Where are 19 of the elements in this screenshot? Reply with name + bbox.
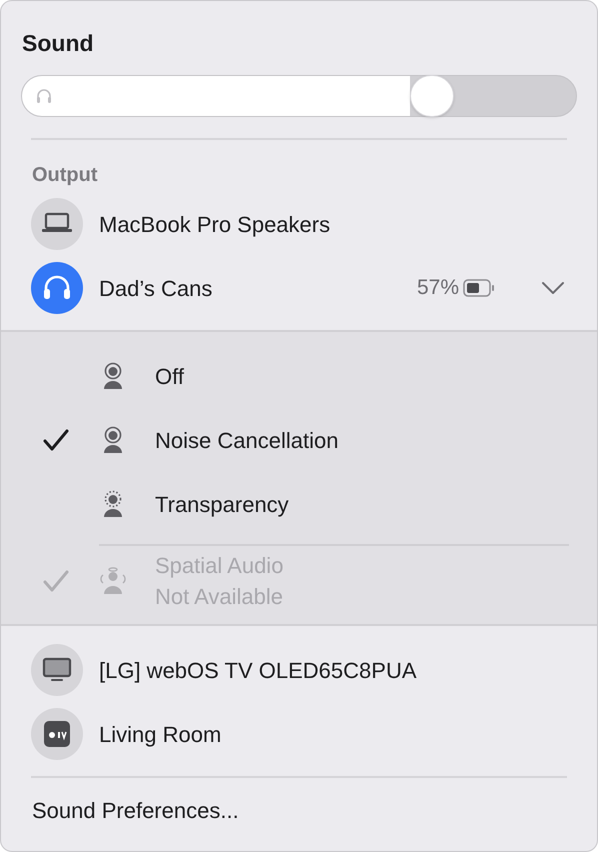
headphones-icon <box>35 87 53 105</box>
mode-label: Spatial Audio <box>155 552 284 580</box>
chevron-icon[interactable] <box>541 281 565 295</box>
preferences-link[interactable]: Sound Preferences... <box>32 798 239 823</box>
device-name[interactable]: MacBook Pro Speakers <box>99 208 330 240</box>
mode-label[interactable]: Transparency <box>155 488 289 520</box>
mode-label[interactable]: Off <box>155 360 184 392</box>
status-text: Not Available <box>155 583 284 611</box>
slider-thumb[interactable] <box>410 75 454 117</box>
device-name[interactable]: Living Room <box>99 718 222 750</box>
battery-icon <box>463 279 495 297</box>
device-name[interactable]: Dad’s Cans <box>99 272 212 304</box>
mode-label[interactable]: Noise Cancellation <box>155 424 338 456</box>
person-icon <box>99 567 127 595</box>
device-name[interactable]: [LG] webOS TV OLED65C8PUA <box>99 654 417 686</box>
battery-percentage: 57% <box>416 275 459 302</box>
menu-title: Sound <box>21 29 95 57</box>
section-header: Output <box>31 163 99 188</box>
volume-slider[interactable] <box>21 75 577 117</box>
